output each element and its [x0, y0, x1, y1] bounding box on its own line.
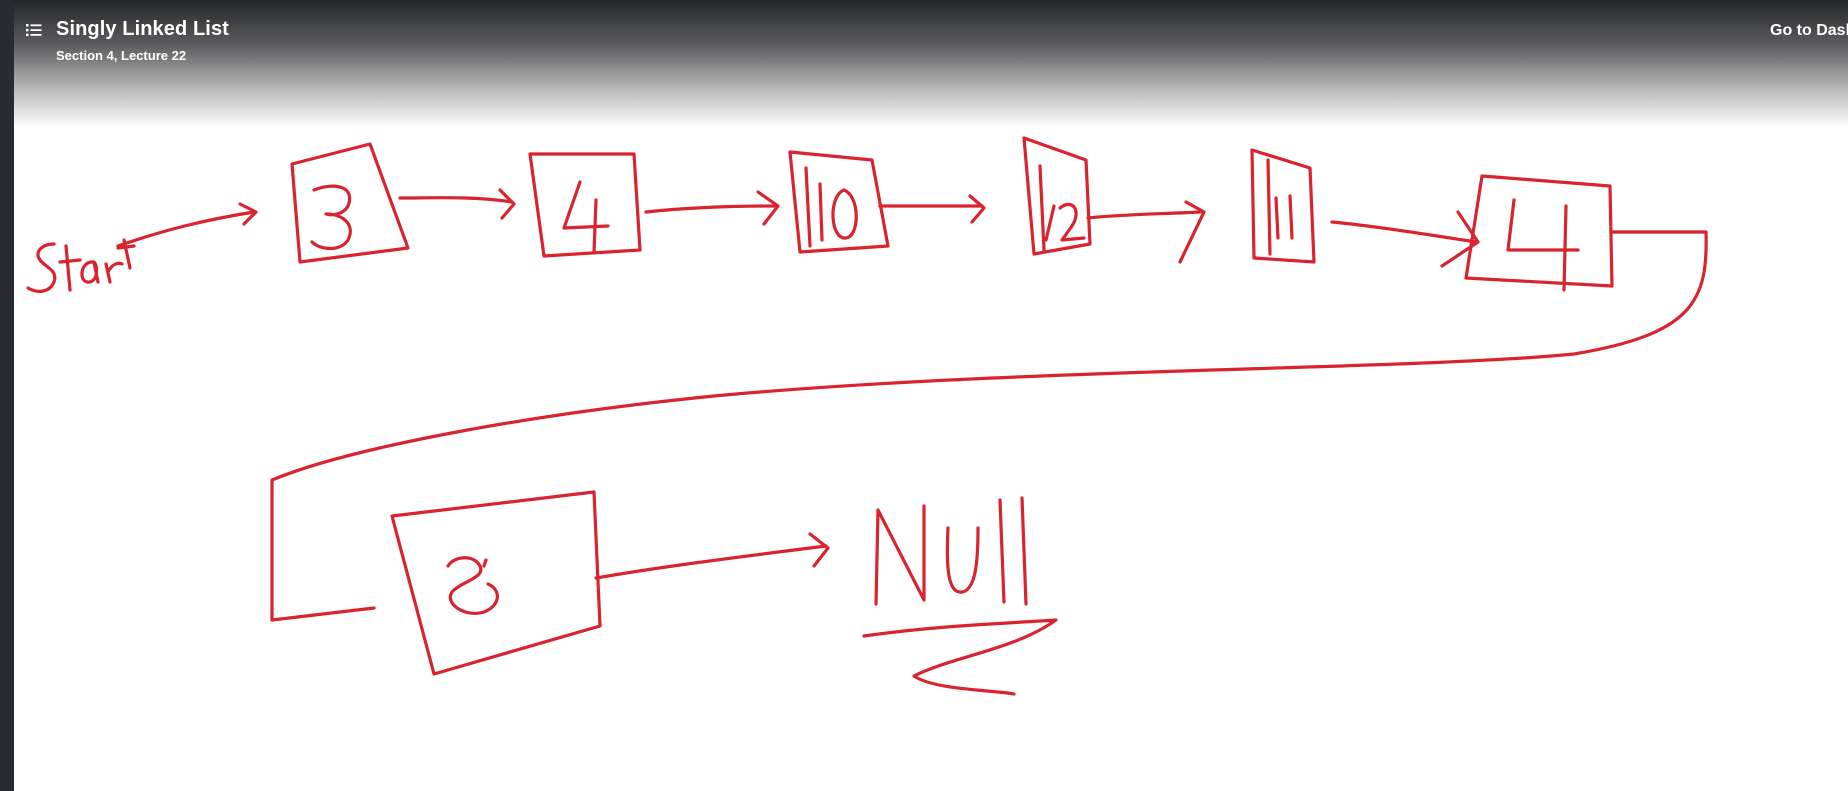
link-arrow	[644, 204, 776, 214]
link-arrow-head	[498, 188, 516, 220]
node-value	[1058, 202, 1086, 242]
node-box	[1022, 136, 1092, 256]
link-arrow-head	[968, 194, 986, 224]
node-box	[390, 490, 602, 676]
node-value	[562, 180, 610, 254]
node-value	[1038, 164, 1046, 252]
link-arrow	[398, 196, 514, 204]
sidebar-edge	[0, 0, 14, 791]
link-arrow	[594, 544, 828, 580]
null-terminal	[862, 496, 1058, 696]
go-to-dashboard-link[interactable]: Go to Dash	[1770, 22, 1848, 40]
curriculum-menu-button[interactable]	[25, 21, 43, 39]
node-value	[446, 556, 499, 615]
lecture-section-label: Section 4, Lecture 22	[56, 48, 187, 63]
link-arrow-head	[808, 532, 830, 568]
link-arrow	[1086, 210, 1202, 220]
start-arrow	[116, 210, 256, 248]
wrap-connector	[270, 230, 1708, 622]
start-label	[26, 238, 136, 293]
node-value	[1044, 204, 1056, 242]
node-box	[1464, 174, 1614, 288]
node-value	[818, 182, 824, 242]
node-value	[482, 558, 488, 568]
lecture-title: Singly Linked List	[56, 18, 229, 40]
link-arrow	[1330, 220, 1478, 244]
node-box	[1250, 148, 1316, 264]
node-value	[1266, 158, 1272, 256]
node-value	[1506, 198, 1580, 292]
player-header: Singly Linked List Section 4, Lecture 22…	[14, 0, 1848, 128]
node-value	[831, 188, 858, 240]
lecture-player: Singly Linked List Section 4, Lecture 22…	[0, 0, 1848, 791]
list-icon	[26, 24, 42, 37]
link-arrow-head	[756, 190, 780, 226]
node-value	[804, 166, 812, 248]
node-value	[1274, 196, 1280, 240]
node-value	[310, 184, 352, 251]
node-box	[528, 152, 642, 258]
node-value	[1288, 194, 1294, 240]
